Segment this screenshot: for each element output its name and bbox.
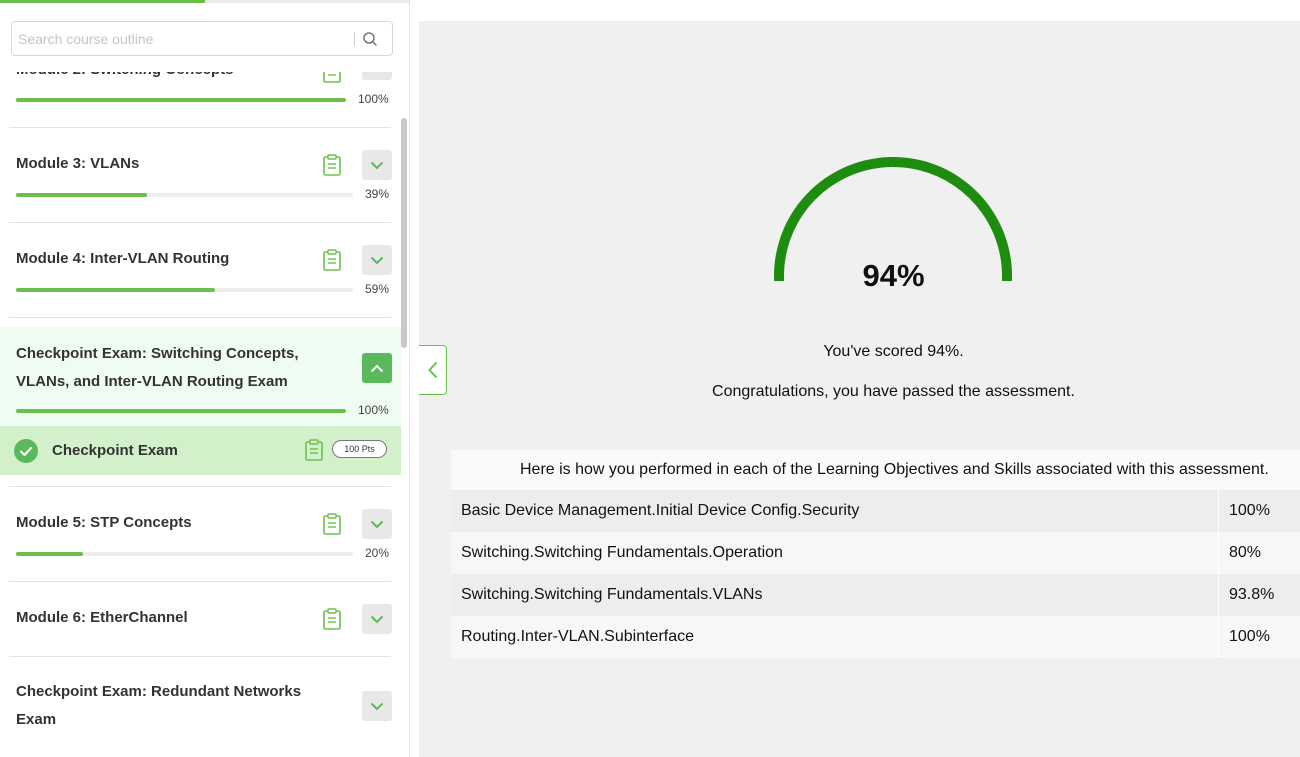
course-outline-sidebar: Module 2: Switching Concepts 100% Module… [0,0,410,757]
module-progress-bar [16,98,346,102]
module-divider [9,317,391,318]
chevron-up-icon [370,364,384,372]
module-title[interactable]: Module 6: EtherChannel [16,604,188,632]
score-cell: 100% [1229,628,1270,645]
assessment-result-panel: 94% You've scored 94%. Congratulations, … [419,21,1300,757]
expand-module-button[interactable] [362,72,392,80]
objective-cell: Basic Device Management.Initial Device C… [451,490,1219,532]
chevron-down-icon [370,520,384,528]
module-title-line-1[interactable]: Checkpoint Exam: Switching Concepts, [16,340,299,368]
module-title[interactable]: Module 4: Inter-VLAN Routing [16,245,229,273]
sidebar-scrollbar[interactable] [401,118,407,348]
module-progress-bar [16,552,353,556]
course-outline-list: Module 2: Switching Concepts 100% Module… [0,72,401,757]
module-title-line-2[interactable]: Exam [16,706,56,734]
module-progress-label: 59% [365,282,390,296]
clipboard-icon[interactable] [323,513,341,535]
exam-item-label[interactable]: Checkpoint Exam [52,442,178,459]
expand-module-button[interactable] [362,150,392,180]
search-separator [354,32,355,46]
objective-cell: Switching.Switching Fundamentals.VLANs [451,574,1219,616]
module-title[interactable]: Module 5: STP Concepts [16,509,192,537]
expand-module-button[interactable] [362,691,392,721]
results-rows: Basic Device Management.Initial Device C… [451,490,1300,658]
search-icon[interactable] [362,31,378,47]
results-header: Here is how you performed in each of the… [451,450,1300,490]
checkpoint-exam-redundant: Checkpoint Exam: Redundant Networks Exam [0,656,401,757]
module-progress-label: 100% [358,92,389,106]
table-row: Switching.Switching Fundamentals.Operati… [451,532,1300,574]
module-title[interactable]: Module 3: VLANs [16,150,139,178]
collapse-module-button[interactable] [362,353,392,383]
chevron-down-icon [370,702,384,710]
module-progress-bar [16,409,346,413]
module-title[interactable]: Module 2: Switching Concepts [16,72,234,84]
module-progress-fill [16,193,148,197]
module-4: Module 4: Inter-VLAN Routing 59% [0,222,401,318]
score-cell: 93.8% [1229,586,1275,603]
course-progress-fill [0,0,205,3]
score-cell: 80% [1229,544,1262,561]
module-3: Module 3: VLANs 39% [0,127,401,223]
points-badge: 100 Pts [332,440,387,458]
search-box [11,21,393,56]
table-row: Switching.Switching Fundamentals.VLANs 9… [451,574,1300,616]
expand-module-button[interactable] [362,604,392,634]
expand-module-button[interactable] [362,509,392,539]
course-progress-bar [0,0,409,3]
objective-cell: Switching.Switching Fundamentals.Operati… [451,532,1219,574]
clipboard-icon[interactable] [323,249,341,271]
module-2: Module 2: Switching Concepts 100% [0,72,401,128]
pass-message: Congratulations, you have passed the ass… [712,383,1075,400]
objective-cell: Routing.Inter-VLAN.Subinterface [451,616,1219,658]
clipboard-icon[interactable] [305,439,323,461]
score-message: You've scored 94%. [823,343,964,360]
module-progress-label: 39% [365,187,390,201]
module-5: Module 5: STP Concepts 20% [0,486,401,582]
clipboard-icon[interactable] [323,72,341,83]
table-row: Basic Device Management.Initial Device C… [451,490,1300,532]
module-title-line-1[interactable]: Checkpoint Exam: Redundant Networks [16,678,301,706]
module-progress-label: 100% [358,403,389,417]
chevron-down-icon [370,615,384,623]
module-progress-fill [16,409,346,413]
checkpoint-exam-item[interactable]: Checkpoint Exam 100 Pts [0,426,401,475]
module-progress-bar [16,193,353,197]
module-progress-bar [16,288,353,292]
table-row: Routing.Inter-VLAN.Subinterface 100% [451,616,1300,658]
module-progress-fill [16,552,84,556]
module-progress-fill [16,98,346,102]
module-6: Module 6: EtherChannel [0,581,401,657]
clipboard-icon[interactable] [323,608,341,630]
chevron-down-icon [370,256,384,264]
checkmark-icon [19,446,33,457]
score-value: 94% [862,258,925,293]
clipboard-icon[interactable] [323,154,341,176]
search-input[interactable] [18,28,348,50]
module-progress-label: 20% [365,546,390,560]
chevron-down-icon [370,161,384,169]
results-table: Here is how you performed in each of the… [451,450,1300,658]
completed-check [14,439,38,463]
collapse-sidebar-button[interactable] [419,345,447,395]
module-title-line-2[interactable]: VLANs, and Inter-VLAN Routing Exam [16,368,288,396]
score-cell: 100% [1229,502,1270,519]
expand-module-button[interactable] [362,245,392,275]
chevron-left-icon [427,361,437,379]
module-progress-fill [16,288,215,292]
